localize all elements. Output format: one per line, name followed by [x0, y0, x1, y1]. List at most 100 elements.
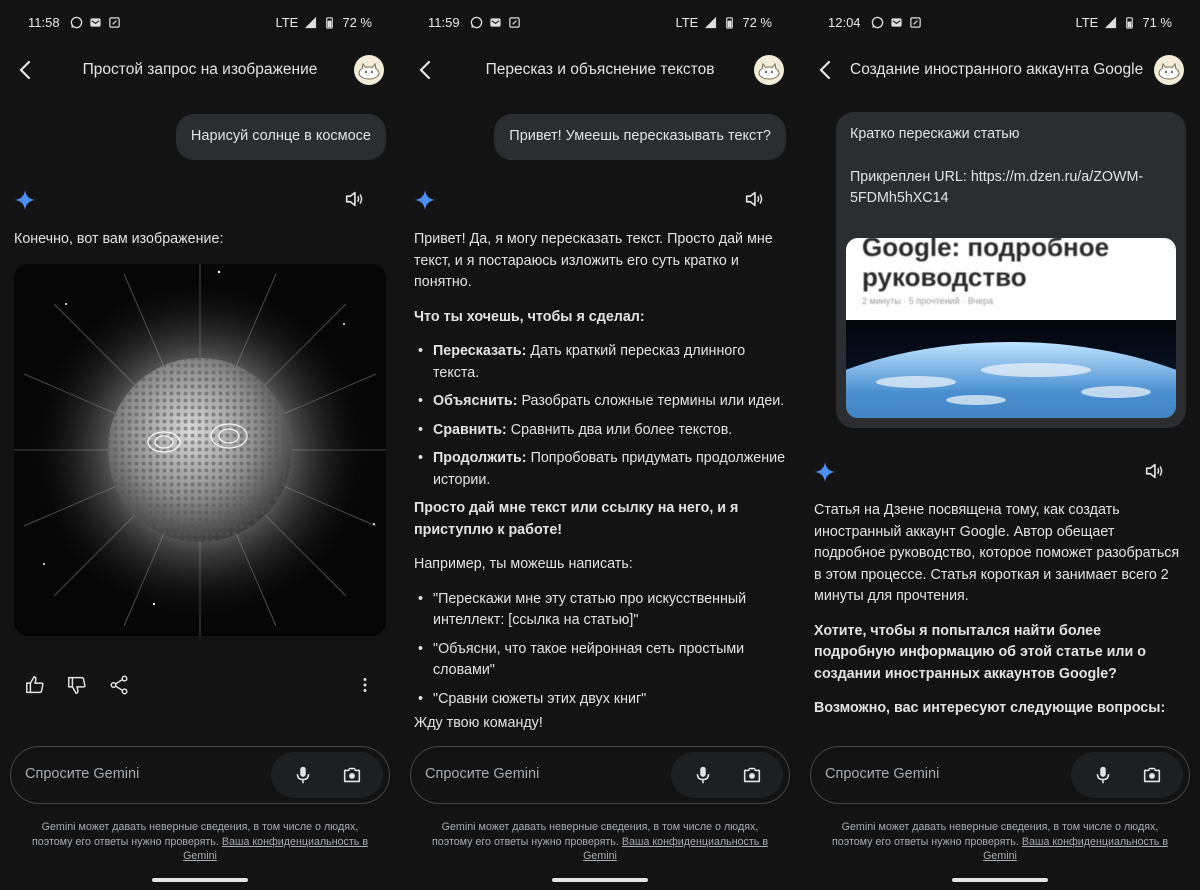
- microphone-icon[interactable]: [292, 764, 314, 786]
- mail-icon: [89, 17, 101, 27]
- response-followup: Возможно, вас интересуют следующие вопро…: [814, 700, 1166, 716]
- microphone-icon[interactable]: [1092, 764, 1114, 786]
- screen-3: 12:04 LTE 71 % Создание иностранного акк…: [800, 0, 1200, 890]
- response-text: Статья на Дзене посвящена тому, как созд…: [814, 500, 1186, 730]
- user-message-bubble: Привет! Умеешь пересказывать текст?: [494, 114, 786, 160]
- response-question: Что ты хочешь, чтобы я сделал:: [414, 308, 645, 325]
- user-message-with-link: Кратко перескажи статью Прикреплен URL: …: [836, 112, 1186, 428]
- camera-icon[interactable]: [341, 764, 363, 786]
- gemini-star-icon: [414, 189, 436, 211]
- battery-level: 72 %: [342, 14, 372, 30]
- camera-icon[interactable]: [741, 764, 763, 786]
- network-type: LTE: [275, 14, 299, 30]
- gemini-star-icon: [814, 461, 836, 483]
- signal-icon: [705, 16, 717, 28]
- response-summary: Статья на Дзене посвящена тому, как созд…: [814, 502, 1180, 604]
- chat-title: Создание иностранного аккаунта Google: [850, 61, 1144, 78]
- generated-image[interactable]: [14, 264, 386, 636]
- home-indicator[interactable]: [952, 878, 1048, 882]
- prompt-input-placeholder[interactable]: Спросите Gemini: [825, 766, 939, 782]
- input-actions: [271, 752, 383, 798]
- cat-avatar-icon: [358, 62, 380, 80]
- battery-level: 72 %: [742, 14, 772, 30]
- disclaimer: Gemini может давать неверные сведения, в…: [430, 820, 770, 864]
- battery-level: 71 %: [1142, 14, 1172, 30]
- signal-icon: [305, 16, 317, 28]
- disclaimer: Gemini может давать неверные сведения, в…: [830, 820, 1170, 864]
- link-preview-title: Google: подробное руководство: [862, 238, 1110, 292]
- prompt-input-placeholder[interactable]: Спросите Gemini: [425, 766, 539, 782]
- user-message-bubble: Нарисуй солнце в космосе: [175, 114, 386, 160]
- list-item: Продолжить: Попробовать придумать продол…: [414, 448, 786, 491]
- list-item: Пересказать: Дать краткий пересказ длинн…: [414, 341, 786, 384]
- avatar[interactable]: [354, 55, 384, 85]
- response-intro: Конечно, вот вам изображение:: [14, 231, 224, 247]
- options-list: Пересказать: Дать краткий пересказ длинн…: [414, 341, 786, 491]
- link-preview-card[interactable]: Google: подробное руководство 2 минуты ·…: [846, 238, 1176, 418]
- network-type: LTE: [1075, 14, 1099, 30]
- avatar[interactable]: [754, 55, 784, 85]
- battery-icon: [1126, 16, 1134, 29]
- response-intro: Привет! Да, я могу пересказать текст. Пр…: [414, 231, 773, 290]
- chat-header: Пересказ и объяснение текстов: [400, 48, 800, 92]
- link-preview-meta: 2 минуты · 5 прочтений · Вчера: [862, 296, 994, 306]
- camera-icon[interactable]: [1141, 764, 1163, 786]
- whatsapp-icon: [871, 16, 883, 28]
- battery-icon: [726, 16, 734, 29]
- status-right: LTE 71 %: [1075, 15, 1172, 30]
- whatsapp-icon: [70, 16, 82, 28]
- user-message: Кратко перескажи статью: [850, 126, 1020, 142]
- share-icon[interactable]: [108, 674, 130, 696]
- list-item: "Сравни сюжеты этих двух книг": [414, 689, 786, 711]
- signal-icon: [1105, 16, 1117, 28]
- status-right: LTE 72 %: [275, 15, 372, 30]
- input-actions: [671, 752, 783, 798]
- cat-avatar-icon: [1158, 62, 1180, 80]
- network-type: LTE: [675, 14, 699, 30]
- response-cta: Просто дай мне текст или ссылку на него,…: [414, 500, 739, 538]
- nfc-icon: [108, 16, 120, 28]
- speaker-icon[interactable]: [743, 188, 765, 210]
- response-closing: Жду твою команду!: [414, 715, 543, 731]
- more-options-icon[interactable]: [354, 674, 376, 696]
- disclaimer: Gemini может давать неверные сведения, в…: [30, 820, 370, 864]
- notification-icons: [871, 16, 922, 29]
- list-item: "Перескажи мне эту статью про искусствен…: [414, 589, 786, 632]
- home-indicator[interactable]: [552, 878, 648, 882]
- speaker-icon[interactable]: [1143, 460, 1165, 482]
- back-arrow-icon[interactable]: [814, 58, 838, 82]
- microphone-icon[interactable]: [692, 764, 714, 786]
- home-indicator[interactable]: [152, 878, 248, 882]
- status-bar: 12:04 LTE 71 %: [800, 0, 1200, 44]
- battery-icon: [326, 16, 334, 29]
- speaker-icon[interactable]: [343, 188, 365, 210]
- status-bar: 11:59 LTE 72 %: [400, 0, 800, 44]
- prompt-input-bar[interactable]: Спросите Gemini: [410, 746, 790, 804]
- avatar[interactable]: [1154, 55, 1184, 85]
- response-question: Хотите, чтобы я попытался найти более по…: [814, 622, 1146, 682]
- user-message-text: Кратко перескажи статью Прикреплен URL: …: [850, 124, 1150, 210]
- mail-icon: [890, 17, 902, 27]
- chat-title: Простой запрос на изображение: [82, 61, 318, 78]
- whatsapp-icon: [470, 16, 482, 28]
- thumbs-up-icon[interactable]: [24, 674, 46, 696]
- cat-avatar-icon: [758, 62, 780, 80]
- example-intro: Например, ты можешь написать:: [414, 556, 633, 572]
- examples-list: "Перескажи мне эту статью про искусствен…: [414, 589, 786, 711]
- prompt-input-placeholder[interactable]: Спросите Gemini: [25, 766, 139, 782]
- chat-header: Создание иностранного аккаунта Google: [800, 48, 1200, 92]
- screen-2: 11:59 LTE 72 % Пересказ и объяснение тек…: [400, 0, 800, 890]
- mail-icon: [489, 17, 501, 27]
- prompt-input-bar[interactable]: Спросите Gemini: [10, 746, 390, 804]
- screen-1: 11:58 LTE 72 % Простой запрос на изображ…: [0, 0, 400, 890]
- nfc-icon: [508, 16, 520, 28]
- gemini-star-icon: [14, 189, 36, 211]
- thumbs-down-icon[interactable]: [66, 674, 88, 696]
- status-bar: 11:58 LTE 72 %: [0, 0, 400, 44]
- response-actions: [24, 674, 376, 698]
- list-item: "Объясни, что такое нейронная сеть прост…: [414, 639, 786, 682]
- status-time: 12:04: [828, 14, 861, 30]
- notification-icons: [70, 16, 121, 29]
- sun-in-space-image: [14, 264, 386, 636]
- prompt-input-bar[interactable]: Спросите Gemini: [810, 746, 1190, 804]
